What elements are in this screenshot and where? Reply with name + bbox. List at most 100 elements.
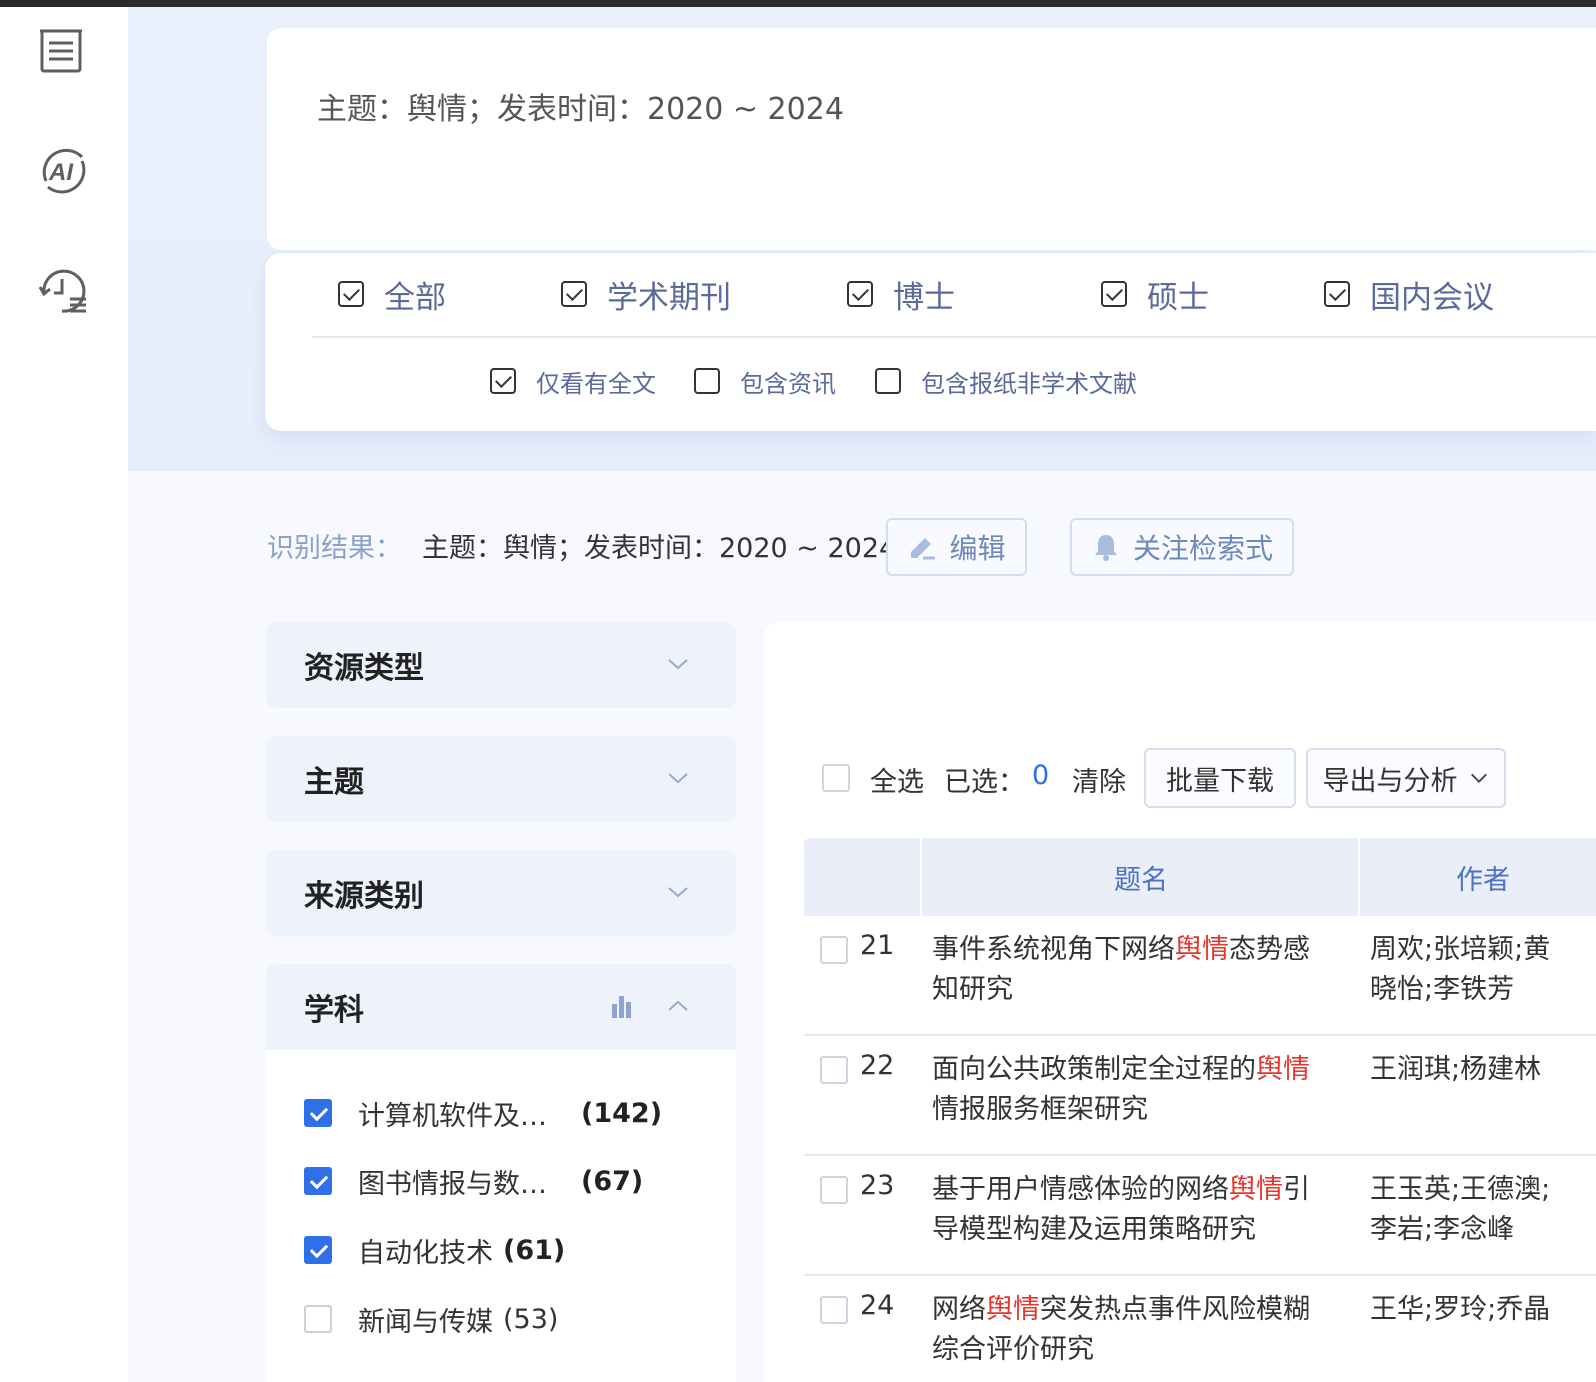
table-row[interactable]: 23 基于用户情感体验的网络舆情引导模型构建及运用策略研究 王玉英;王德澳;李岩… (804, 1156, 1596, 1276)
row-checkbox[interactable] (820, 1296, 848, 1324)
header-divider (920, 838, 922, 916)
title-highlight: 舆情 (1256, 1054, 1310, 1085)
checkbox-icon[interactable] (847, 281, 873, 307)
checkbox-icon[interactable] (875, 368, 901, 394)
table-row[interactable]: 21 事件系统视角下网络舆情态势感知研究 周欢;张培颖;黄晓怡;李铁芳 (804, 916, 1596, 1036)
edit-icon (907, 532, 937, 562)
checkbox-icon[interactable] (561, 281, 587, 307)
document-list-icon[interactable] (36, 23, 92, 79)
header-author[interactable]: 作者 (1456, 858, 1510, 897)
row-author[interactable]: 王华;罗玲;乔晶 (1370, 1290, 1570, 1330)
option-label: 包含报纸非学术文献 (921, 369, 1137, 398)
recognition-result: 识别结果： 主题：舆情；发表时间：2020 ~ 2024 (267, 526, 896, 565)
filter-divider (312, 336, 1596, 338)
row-author[interactable]: 王润琪;杨建林 (1370, 1050, 1570, 1090)
selected-count: 0 (1032, 760, 1050, 791)
subject-count: (67) (581, 1165, 644, 1197)
row-checkbox[interactable] (820, 936, 848, 964)
header-title[interactable]: 题名 (1114, 858, 1168, 897)
select-all-label[interactable]: 全选 (870, 760, 924, 799)
subject-item[interactable]: 图书情报与数… (67) (304, 1164, 644, 1200)
facet-title: 来源类别 (304, 879, 424, 914)
type-label: 硕士 (1147, 279, 1209, 316)
checkbox-icon[interactable] (694, 368, 720, 394)
row-title-link[interactable]: 网络舆情突发热点事件风险模糊综合评价研究 (932, 1290, 1336, 1370)
subject-name: 计算机软件及… (358, 1100, 547, 1132)
table-row[interactable]: 24 网络舆情突发热点事件风险模糊综合评价研究 王华;罗玲;乔晶 (804, 1276, 1596, 1382)
edit-button[interactable]: 编辑 (886, 518, 1027, 576)
option-fulltext-only[interactable]: 仅看有全文 (490, 364, 656, 398)
checkbox-icon[interactable] (304, 1305, 332, 1333)
chevron-up-icon[interactable] (666, 994, 690, 1018)
row-number: 23 (860, 1170, 895, 1201)
title-text: 网络 (932, 1294, 986, 1325)
bell-icon (1091, 532, 1121, 562)
type-label: 全部 (384, 279, 446, 316)
row-title-link[interactable]: 事件系统视角下网络舆情态势感知研究 (932, 930, 1336, 1010)
facet-subject[interactable]: 学科 (266, 964, 736, 1050)
row-number: 24 (860, 1290, 895, 1321)
ai-assistant-icon[interactable]: AI (36, 143, 92, 199)
search-query-box[interactable]: 主题：舆情；发表时间：2020 ~ 2024 (267, 28, 1596, 250)
chevron-down-icon[interactable] (666, 880, 690, 904)
row-checkbox[interactable] (820, 1056, 848, 1084)
title-text: 基于用户情感体验的网络 (932, 1174, 1229, 1205)
checkbox-icon[interactable] (304, 1236, 332, 1264)
row-title-link[interactable]: 基于用户情感体验的网络舆情引导模型构建及运用策略研究 (932, 1170, 1336, 1250)
type-all[interactable]: 全部 (338, 273, 446, 316)
facet-topic[interactable]: 主题 (266, 736, 736, 822)
title-text: 事件系统视角下网络 (932, 934, 1175, 965)
chevron-down-icon (1470, 773, 1487, 783)
source-filter-card: 全部 学术期刊 博士 硕士 国内会议 仅看有全文 包含资讯 包含报纸非学术文献 (265, 253, 1596, 431)
subject-item[interactable]: 新闻与传媒 (53) (304, 1302, 558, 1338)
subject-item[interactable]: 计算机软件及… (142) (304, 1096, 663, 1132)
type-label: 博士 (893, 279, 955, 316)
subject-name: 图书情报与数… (358, 1168, 547, 1200)
query-text: 主题：舆情；发表时间：2020 ~ 2024 (317, 92, 844, 127)
clear-button[interactable]: 清除 (1072, 760, 1126, 799)
export-label: 导出与分析 (1322, 765, 1458, 797)
subject-item[interactable]: 自动化技术 (61) (304, 1233, 566, 1269)
left-rail: AI (0, 7, 128, 1382)
facet-title: 资源类型 (304, 651, 424, 686)
checkbox-icon[interactable] (338, 281, 364, 307)
type-domestic-conference[interactable]: 国内会议 (1324, 273, 1494, 316)
facet-source-category[interactable]: 来源类别 (266, 850, 736, 936)
checkbox-icon[interactable] (304, 1167, 332, 1195)
checkbox-icon[interactable] (490, 368, 516, 394)
option-include-newspaper[interactable]: 包含报纸非学术文献 (875, 364, 1137, 398)
subject-count: (61) (503, 1234, 566, 1266)
subject-count: (142) (581, 1097, 663, 1129)
select-all-checkbox[interactable] (822, 764, 850, 792)
type-master[interactable]: 硕士 (1101, 273, 1209, 316)
chevron-down-icon[interactable] (666, 766, 690, 790)
title-text: 情报服务框架研究 (932, 1094, 1148, 1125)
facet-resource-type[interactable]: 资源类型 (266, 622, 736, 708)
results-panel: 全选 已选： 0 清除 批量下载 导出与分析 题名 作者 21 事件系统视角下网… (764, 622, 1596, 1382)
checkbox-icon[interactable] (304, 1099, 332, 1127)
type-doctoral[interactable]: 博士 (847, 273, 955, 316)
bulk-download-button[interactable]: 批量下载 (1144, 748, 1296, 808)
checkbox-icon[interactable] (1101, 281, 1127, 307)
chevron-down-icon[interactable] (666, 652, 690, 676)
selected-label: 已选： (944, 767, 1025, 798)
row-author[interactable]: 王玉英;王德澳;李岩;李念峰 (1370, 1170, 1570, 1250)
checkbox-icon[interactable] (1324, 281, 1350, 307)
row-number: 22 (860, 1050, 895, 1081)
edit-label: 编辑 (949, 532, 1006, 565)
table-row[interactable]: 22 面向公共政策制定全过程的舆情情报服务框架研究 王润琪;杨建林 (804, 1036, 1596, 1156)
history-icon[interactable] (36, 263, 92, 319)
row-title-link[interactable]: 面向公共政策制定全过程的舆情情报服务框架研究 (932, 1050, 1336, 1130)
export-analysis-dropdown[interactable]: 导出与分析 (1306, 748, 1506, 808)
option-include-news[interactable]: 包含资讯 (694, 364, 836, 398)
bulk-download-label: 批量下载 (1166, 765, 1274, 797)
facet-title: 主题 (304, 765, 364, 800)
type-label: 学术期刊 (607, 279, 731, 316)
subject-facet-list: 计算机软件及… (142) 图书情报与数… (67) 自动化技术 (61) 新闻… (266, 1050, 736, 1382)
row-author[interactable]: 周欢;张培颖;黄晓怡;李铁芳 (1370, 930, 1570, 1010)
subject-name: 新闻与传媒 (358, 1306, 493, 1338)
bar-chart-icon[interactable] (609, 994, 635, 1020)
row-checkbox[interactable] (820, 1176, 848, 1204)
follow-query-button[interactable]: 关注检索式 (1070, 518, 1294, 576)
type-journal[interactable]: 学术期刊 (561, 273, 731, 316)
